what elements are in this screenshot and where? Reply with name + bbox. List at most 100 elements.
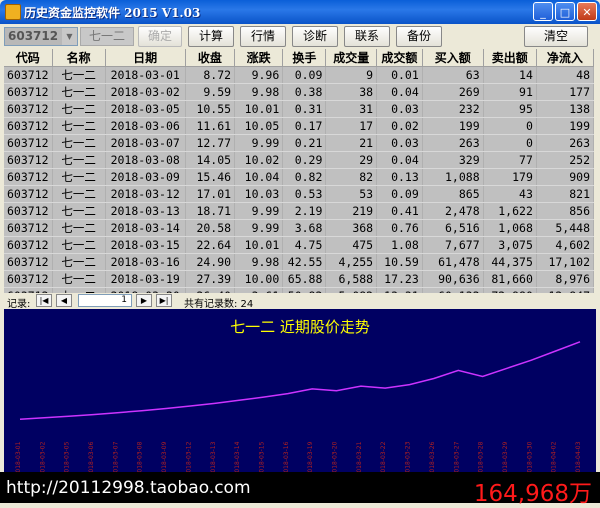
- table-cell: 263: [536, 134, 594, 152]
- table-cell: 0.21: [282, 134, 327, 152]
- close-button[interactable]: ✕: [577, 2, 597, 21]
- first-record-button[interactable]: |◀: [36, 294, 52, 307]
- chart-plot: 2018-03-01 2018-03-02 2018-03-05 2018-03-06…: [15, 341, 582, 472]
- table-cell: 2018-03-05: [105, 100, 186, 118]
- table-cell: 0: [483, 117, 537, 135]
- table-cell: 10.05: [234, 117, 284, 135]
- table-row[interactable]: 603712 七一二 2018-03-15 22.64 10.01 4.75 475 1.08…: [4, 236, 594, 254]
- table-cell: 856: [536, 202, 594, 220]
- col-header[interactable]: 换手: [282, 49, 327, 67]
- table-cell: 10.03: [234, 185, 284, 203]
- table-row[interactable]: 603712 七一二 2018-03-06 11.61 10.05 0.17 17 0.02 1…: [4, 117, 594, 135]
- table-cell: 15.46: [185, 168, 236, 186]
- confirm-button[interactable]: 确定: [138, 26, 182, 47]
- clear-button[interactable]: 清空: [524, 26, 588, 47]
- table-cell: 81,660: [483, 270, 537, 288]
- table-cell: 10.04: [234, 168, 284, 186]
- table-cell: 603712: [4, 134, 53, 152]
- col-header[interactable]: 净流入: [536, 49, 594, 67]
- table-cell: 11.61: [185, 117, 236, 135]
- maximize-button[interactable]: □: [555, 2, 575, 21]
- table-cell: 七一二: [52, 236, 106, 254]
- table-row[interactable]: 603712 七一二 2018-03-14 20.58 9.99 3.68 368 0.76 6…: [4, 219, 594, 237]
- table-cell: 77: [483, 151, 537, 169]
- table-cell: 12.77: [185, 134, 236, 152]
- record-index-input[interactable]: 1: [78, 294, 132, 307]
- table-cell: 10.01: [234, 100, 284, 118]
- diagnose-button[interactable]: 诊断: [292, 26, 338, 47]
- table-row[interactable]: 603712 七一二 2018-03-05 10.55 10.01 0.31 31 0.03 2…: [4, 100, 594, 118]
- table-cell: 2,478: [422, 202, 484, 220]
- table-cell: 43: [483, 185, 537, 203]
- app-icon: [5, 4, 21, 20]
- table-cell: 603712: [4, 287, 53, 293]
- shop-url-link[interactable]: http://20112998.taobao.com: [6, 478, 251, 498]
- calculate-button[interactable]: 计算: [188, 26, 234, 47]
- prev-record-button[interactable]: ◀: [56, 294, 72, 307]
- table-cell: 0.53: [282, 185, 327, 203]
- table-cell: 38: [325, 83, 378, 101]
- col-header[interactable]: 收盘: [185, 49, 236, 67]
- table-cell: 329: [422, 151, 484, 169]
- table-row[interactable]: 603712 七一二 2018-03-01 8.72 9.96 0.09 9 0.01 63 14…: [4, 66, 594, 84]
- table-cell: 0.31: [282, 100, 327, 118]
- table-cell: 2018-03-07: [105, 134, 186, 152]
- table-cell: 13.31: [376, 287, 423, 293]
- table-cell: 2018-03-16: [105, 253, 186, 271]
- col-header[interactable]: 成交额: [376, 49, 423, 67]
- table-cell: 53: [325, 185, 378, 203]
- record-label: 记录:: [7, 299, 31, 310]
- chevron-down-icon[interactable]: ▼: [62, 28, 77, 45]
- table-row[interactable]: 603712 七一二 2018-03-02 9.59 9.98 0.38 38 0.04 269…: [4, 83, 594, 101]
- backup-button[interactable]: 备份: [396, 26, 442, 47]
- quotes-button[interactable]: 行情: [240, 26, 286, 47]
- price-trend-chart: 七一二 近期股价走势 2018-03-01 2018-03-02 2018-03-0…: [4, 309, 596, 472]
- next-record-button[interactable]: ▶: [136, 294, 152, 307]
- table-cell: 七一二: [52, 253, 106, 271]
- table-row[interactable]: 603712 七一二 2018-03-08 14.05 10.02 0.29 29 0.04 3…: [4, 151, 594, 169]
- table-row[interactable]: 603712 七一二 2018-03-07 12.77 9.99 0.21 21 0.03 26…: [4, 134, 594, 152]
- table-row[interactable]: 603712 七一二 2018-03-09 15.46 10.04 0.82 82 0.13 1…: [4, 168, 594, 186]
- table-row[interactable]: 603712七一二2018-03-2026.40-3.6150.825,0821…: [4, 287, 594, 293]
- table-cell: 0.03: [376, 134, 423, 152]
- table-cell: 2018-03-14: [105, 219, 186, 237]
- x-tick-label: 2018-03-23: [405, 441, 412, 472]
- col-header[interactable]: 卖出额: [483, 49, 537, 67]
- x-tick-label: 2018-03-05: [64, 441, 71, 472]
- table-cell: 2018-03-20: [105, 287, 186, 293]
- col-header[interactable]: 代码: [4, 49, 53, 67]
- table-cell: 七一二: [52, 100, 106, 118]
- col-header[interactable]: 买入额: [422, 49, 484, 67]
- table-body: 603712 七一二 2018-03-01 8.72 9.96 0.09 9 0.01 63 14…: [4, 66, 594, 293]
- table-cell: 603712: [4, 219, 53, 237]
- minimize-button[interactable]: _: [533, 2, 553, 21]
- table-cell: 4.75: [282, 236, 327, 254]
- table-row[interactable]: 603712 七一二 2018-03-16 24.90 9.98 42.55 4,255 10…: [4, 253, 594, 271]
- table-cell: 603712: [4, 202, 53, 220]
- col-header[interactable]: 成交量: [325, 49, 378, 67]
- table-cell: 2018-03-12: [105, 185, 186, 203]
- table-cell: 5,082: [325, 287, 378, 293]
- table-cell: 8,976: [536, 270, 594, 288]
- col-header[interactable]: 名称: [52, 49, 106, 67]
- stock-code-combobox[interactable]: 603712 ▼: [4, 27, 78, 46]
- table-row[interactable]: 603712 七一二 2018-03-12 17.01 10.03 0.53 53 0.09 8…: [4, 185, 594, 203]
- col-header[interactable]: 涨跌: [234, 49, 284, 67]
- table-cell: 七一二: [52, 83, 106, 101]
- table-cell: 603712: [4, 236, 53, 254]
- table-row[interactable]: 603712 七一二 2018-03-19 27.39 10.00 65.88 6,588 1…: [4, 270, 594, 288]
- table-cell: 865: [422, 185, 484, 203]
- table-cell: 95: [483, 100, 537, 118]
- table-cell: 0.29: [282, 151, 327, 169]
- last-record-button[interactable]: ▶|: [156, 294, 172, 307]
- col-header[interactable]: 日期: [105, 49, 186, 67]
- table-row[interactable]: 603712 七一二 2018-03-13 18.71 9.99 2.19 219 0.41 2…: [4, 202, 594, 220]
- title-bar[interactable]: 历史资金监控软件 2015 V1.03 _ □ ✕: [0, 0, 600, 24]
- table-cell: 2.19: [282, 202, 327, 220]
- contact-button[interactable]: 联系: [344, 26, 390, 47]
- stock-name-field[interactable]: 七一二: [80, 27, 134, 46]
- table-cell: 七一二: [52, 287, 106, 293]
- table-cell: 4,255: [325, 253, 378, 271]
- data-grid[interactable]: 代码 名称 日期 收盘 涨跌 换手 成交量 成交额 买入额 卖出额 净流入 60…: [4, 49, 594, 293]
- table-cell: 14.05: [185, 151, 236, 169]
